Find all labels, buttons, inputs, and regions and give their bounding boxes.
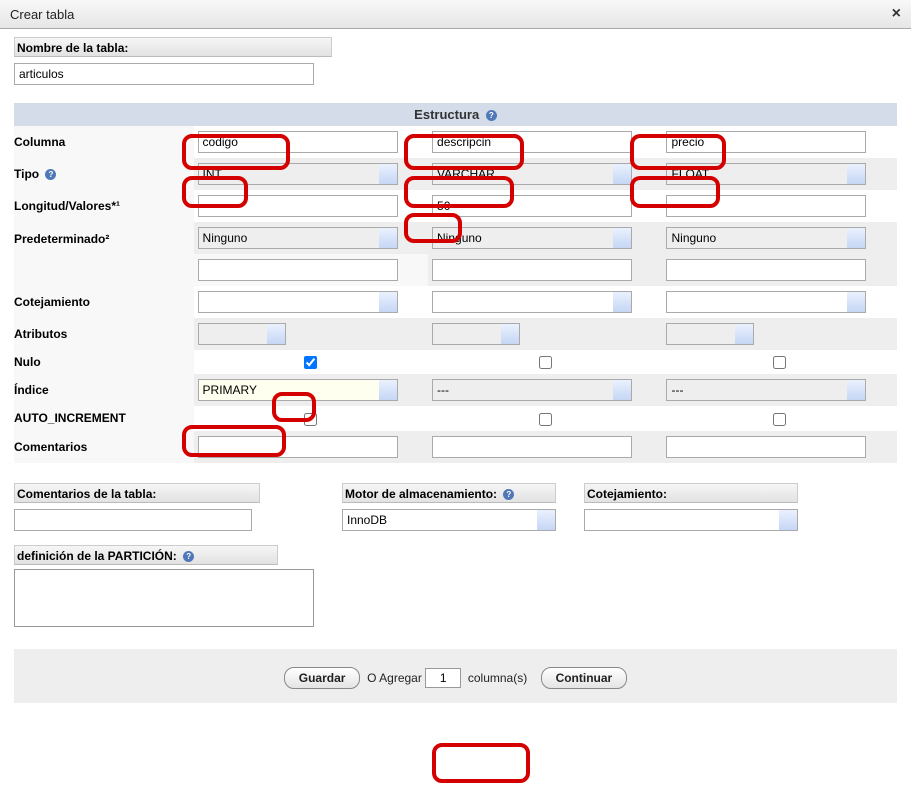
row-label-autoincrement: AUTO_INCREMENT — [14, 406, 194, 430]
col0-default[interactable]: Ninguno — [198, 227, 398, 249]
row-label-longitud: Longitud/Valores*¹ — [14, 190, 194, 222]
continue-button[interactable]: Continuar — [541, 667, 628, 689]
help-icon[interactable]: ? — [503, 489, 514, 500]
save-button[interactable]: Guardar — [284, 667, 361, 689]
col1-null[interactable] — [539, 356, 552, 369]
col1-name[interactable] — [432, 131, 632, 153]
partition-input[interactable] — [14, 569, 314, 627]
table-comments-label: Comentarios de la tabla: — [14, 483, 260, 503]
col0-autoincrement[interactable] — [304, 413, 317, 426]
table-comments-input[interactable] — [14, 509, 252, 531]
col2-default-custom[interactable] — [666, 259, 866, 281]
row-label-predeterminado: Predeterminado² — [14, 222, 194, 286]
footer-collation-select[interactable] — [584, 509, 798, 531]
col0-null[interactable] — [304, 356, 317, 369]
col0-collation[interactable] — [198, 291, 398, 313]
content-wrap: Nombre de la tabla: Estructura ? Columna… — [14, 37, 897, 703]
help-icon[interactable]: ? — [45, 169, 56, 180]
row-label-columna: Columna — [14, 126, 194, 158]
col2-length[interactable] — [666, 195, 866, 217]
row-label-tipo: Tipo ? — [14, 158, 194, 190]
col1-autoincrement[interactable] — [539, 413, 552, 426]
col0-comment[interactable] — [198, 436, 398, 458]
table-name-input[interactable] — [14, 63, 314, 85]
add-text: Agregar — [379, 671, 422, 685]
partition-label: definición de la PARTICIÓN: ? — [14, 545, 278, 565]
row-label-comentarios: Comentarios — [14, 431, 194, 463]
help-icon[interactable]: ? — [486, 110, 497, 121]
col1-default-custom[interactable] — [432, 259, 632, 281]
col2-attributes[interactable] — [666, 323, 754, 345]
col0-name[interactable] — [198, 131, 398, 153]
col0-type[interactable]: INT — [198, 163, 398, 185]
col1-comment[interactable] — [432, 436, 632, 458]
col2-comment[interactable] — [666, 436, 866, 458]
col1-index[interactable]: --- — [432, 379, 632, 401]
col2-collation[interactable] — [666, 291, 866, 313]
col0-attributes[interactable] — [198, 323, 286, 345]
col1-length[interactable] — [432, 195, 632, 217]
action-bar: Guardar O Agregar columna(s) Continuar — [14, 649, 897, 703]
dialog-body-scroll[interactable]: Nombre de la tabla: Estructura ? Columna… — [0, 29, 911, 783]
footer-options: Comentarios de la tabla: definición de l… — [14, 483, 897, 627]
row-label-atributos: Atributos — [14, 318, 194, 350]
add-count-input[interactable] — [425, 668, 461, 688]
col2-name[interactable] — [666, 131, 866, 153]
col1-type[interactable]: VARCHAR — [432, 163, 632, 185]
col0-index[interactable]: PRIMARY — [198, 379, 398, 401]
col2-type[interactable]: FLOAT — [666, 163, 866, 185]
or-text: O — [367, 671, 376, 685]
col0-default-custom[interactable] — [198, 259, 398, 281]
col2-index[interactable]: --- — [666, 379, 866, 401]
close-icon[interactable]: × — [892, 5, 901, 23]
table-name-label: Nombre de la tabla: — [14, 37, 332, 57]
col2-null[interactable] — [773, 356, 786, 369]
structure-header: Estructura ? — [14, 103, 897, 126]
col1-attributes[interactable] — [432, 323, 520, 345]
help-icon[interactable]: ? — [183, 551, 194, 562]
dialog-titlebar: Crear tabla × — [0, 0, 911, 29]
col2-autoincrement[interactable] — [773, 413, 786, 426]
footer-collation-label: Cotejamiento: — [584, 483, 798, 503]
col0-length[interactable] — [198, 195, 398, 217]
storage-engine-label: Motor de almacenamiento: ? — [342, 483, 556, 503]
col2-default[interactable]: Ninguno — [666, 227, 866, 249]
col1-collation[interactable] — [432, 291, 632, 313]
structure-table: Columna Tipo ? INT VARCHAR FLOAT Longitu… — [14, 126, 897, 463]
storage-engine-select[interactable]: InnoDB — [342, 509, 556, 531]
row-label-nulo: Nulo — [14, 350, 194, 374]
row-label-cotejamiento: Cotejamiento — [14, 286, 194, 318]
highlight-marker — [432, 743, 530, 783]
columns-word: columna(s) — [468, 671, 527, 685]
col1-default[interactable]: Ninguno — [432, 227, 632, 249]
dialog-title: Crear tabla — [10, 7, 74, 22]
row-label-indice: Índice — [14, 374, 194, 406]
